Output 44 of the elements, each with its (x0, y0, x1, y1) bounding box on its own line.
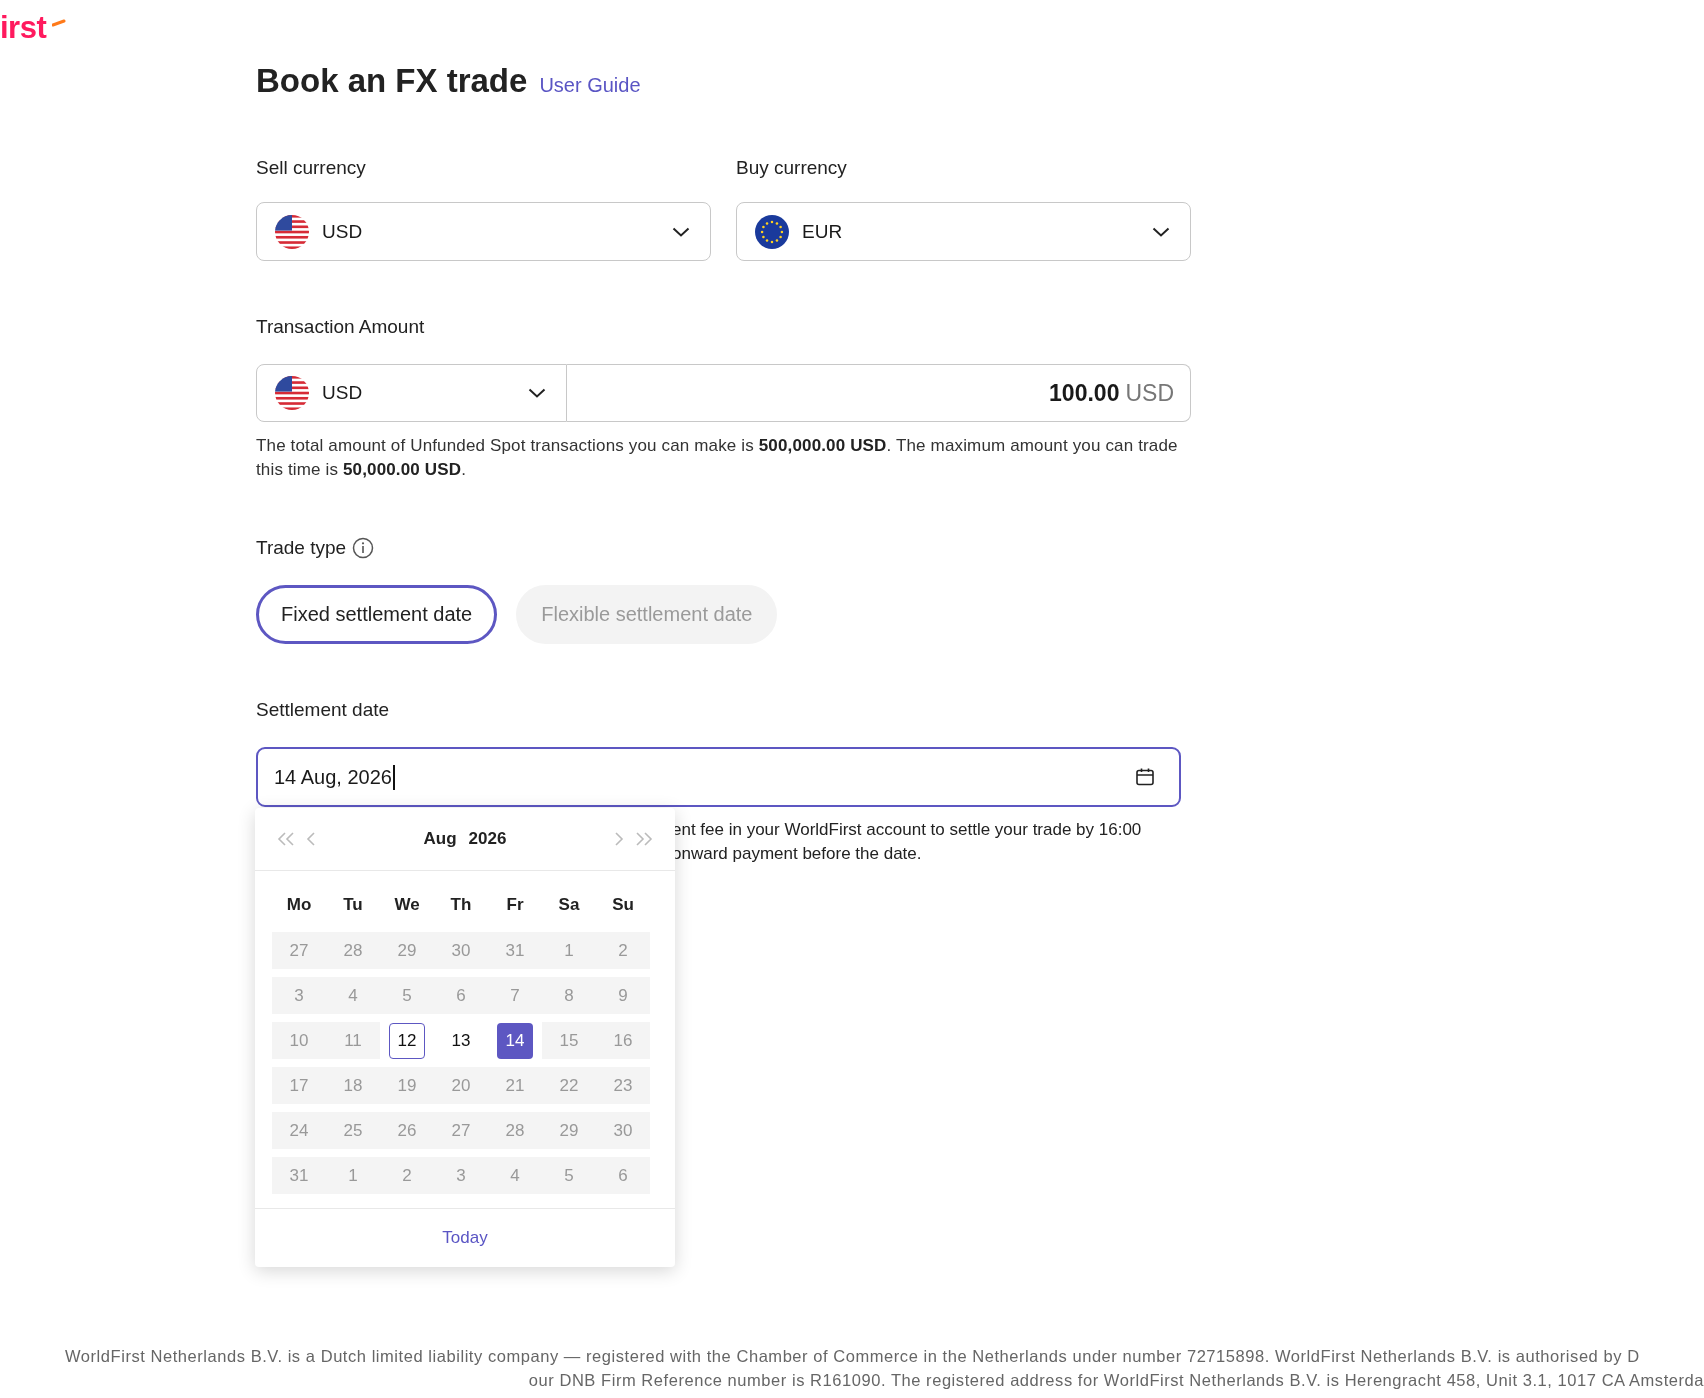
logo: irst (0, 10, 66, 50)
weekday-label: Sa (558, 895, 580, 914)
trade-type-option[interactable]: Fixed settlement date (256, 585, 498, 644)
info-icon[interactable] (352, 537, 375, 559)
chevron-right-icon[interactable] (613, 831, 625, 847)
double-chevron-left-icon[interactable] (275, 831, 297, 847)
today-button[interactable]: Today (442, 1228, 488, 1248)
calendar-day[interactable]: 12 (389, 1022, 425, 1059)
currency-select[interactable]: USD (256, 202, 711, 261)
limits-note: The total amount of Unfunded Spot transactions you can make is 500,000.00 USD. The maximum amount you can trade this time is 50,000.00 USD. (256, 435, 1179, 481)
date-field[interactable]: 14 Aug, 2026 (256, 747, 1181, 807)
eu-flag-icon (755, 214, 789, 249)
amount-field[interactable]: 100.00 USD (567, 364, 1191, 422)
chevron-down-icon (528, 388, 546, 398)
currency-select[interactable]: EUR (736, 202, 1191, 261)
text-cursor (392, 764, 395, 790)
field-label: Buy currency (736, 156, 848, 180)
year-label[interactable]: 2026 (468, 829, 507, 849)
page-title: Book an FX trade (256, 61, 528, 101)
weekday-label: Tu (343, 895, 363, 914)
footer-text: WorldFirst Netherlands B.V. is a Dutch limited liability company — registered with the Chamber of Commerce in the Netherlands under number 72715898. WorldFirst Netherlands B.V. is authorised by D (65, 1347, 1640, 1365)
field-label: Sell currency (256, 156, 367, 180)
field-label: Trade type (256, 536, 347, 560)
weekday-label: Th (450, 895, 472, 914)
weekday-label: Fr (506, 895, 524, 914)
footer-text: our DNB Firm Reference number is R161090. The registered address for WorldFirst Netherlands B.V. is Herengracht 458, Unit 3.1, 1017 CA Amsterda (528, 1371, 1704, 1389)
weekday-label: Mo (286, 895, 312, 914)
calendar-day[interactable]: 14 (497, 1022, 533, 1059)
weekday-label: We (394, 895, 420, 914)
calendar-icon[interactable] (1135, 767, 1155, 787)
double-chevron-right-icon[interactable] (633, 831, 655, 847)
us-flag-icon (275, 376, 309, 410)
field-label: Transaction Amount (256, 315, 426, 339)
chevron-left-icon[interactable] (305, 831, 317, 847)
chevron-down-icon (672, 226, 690, 237)
us-flag-icon (275, 214, 309, 249)
field-label: Settlement date (256, 698, 391, 722)
currency-select[interactable]: USD (256, 364, 567, 422)
helper-text: onward payment before the date. (672, 844, 922, 863)
month-label[interactable]: Aug (423, 829, 457, 849)
chevron-down-icon (1152, 226, 1170, 237)
user-guide-link[interactable]: User Guide (539, 74, 641, 97)
calendar-day[interactable]: 13 (443, 1022, 479, 1059)
weekday-label: Su (612, 895, 634, 914)
